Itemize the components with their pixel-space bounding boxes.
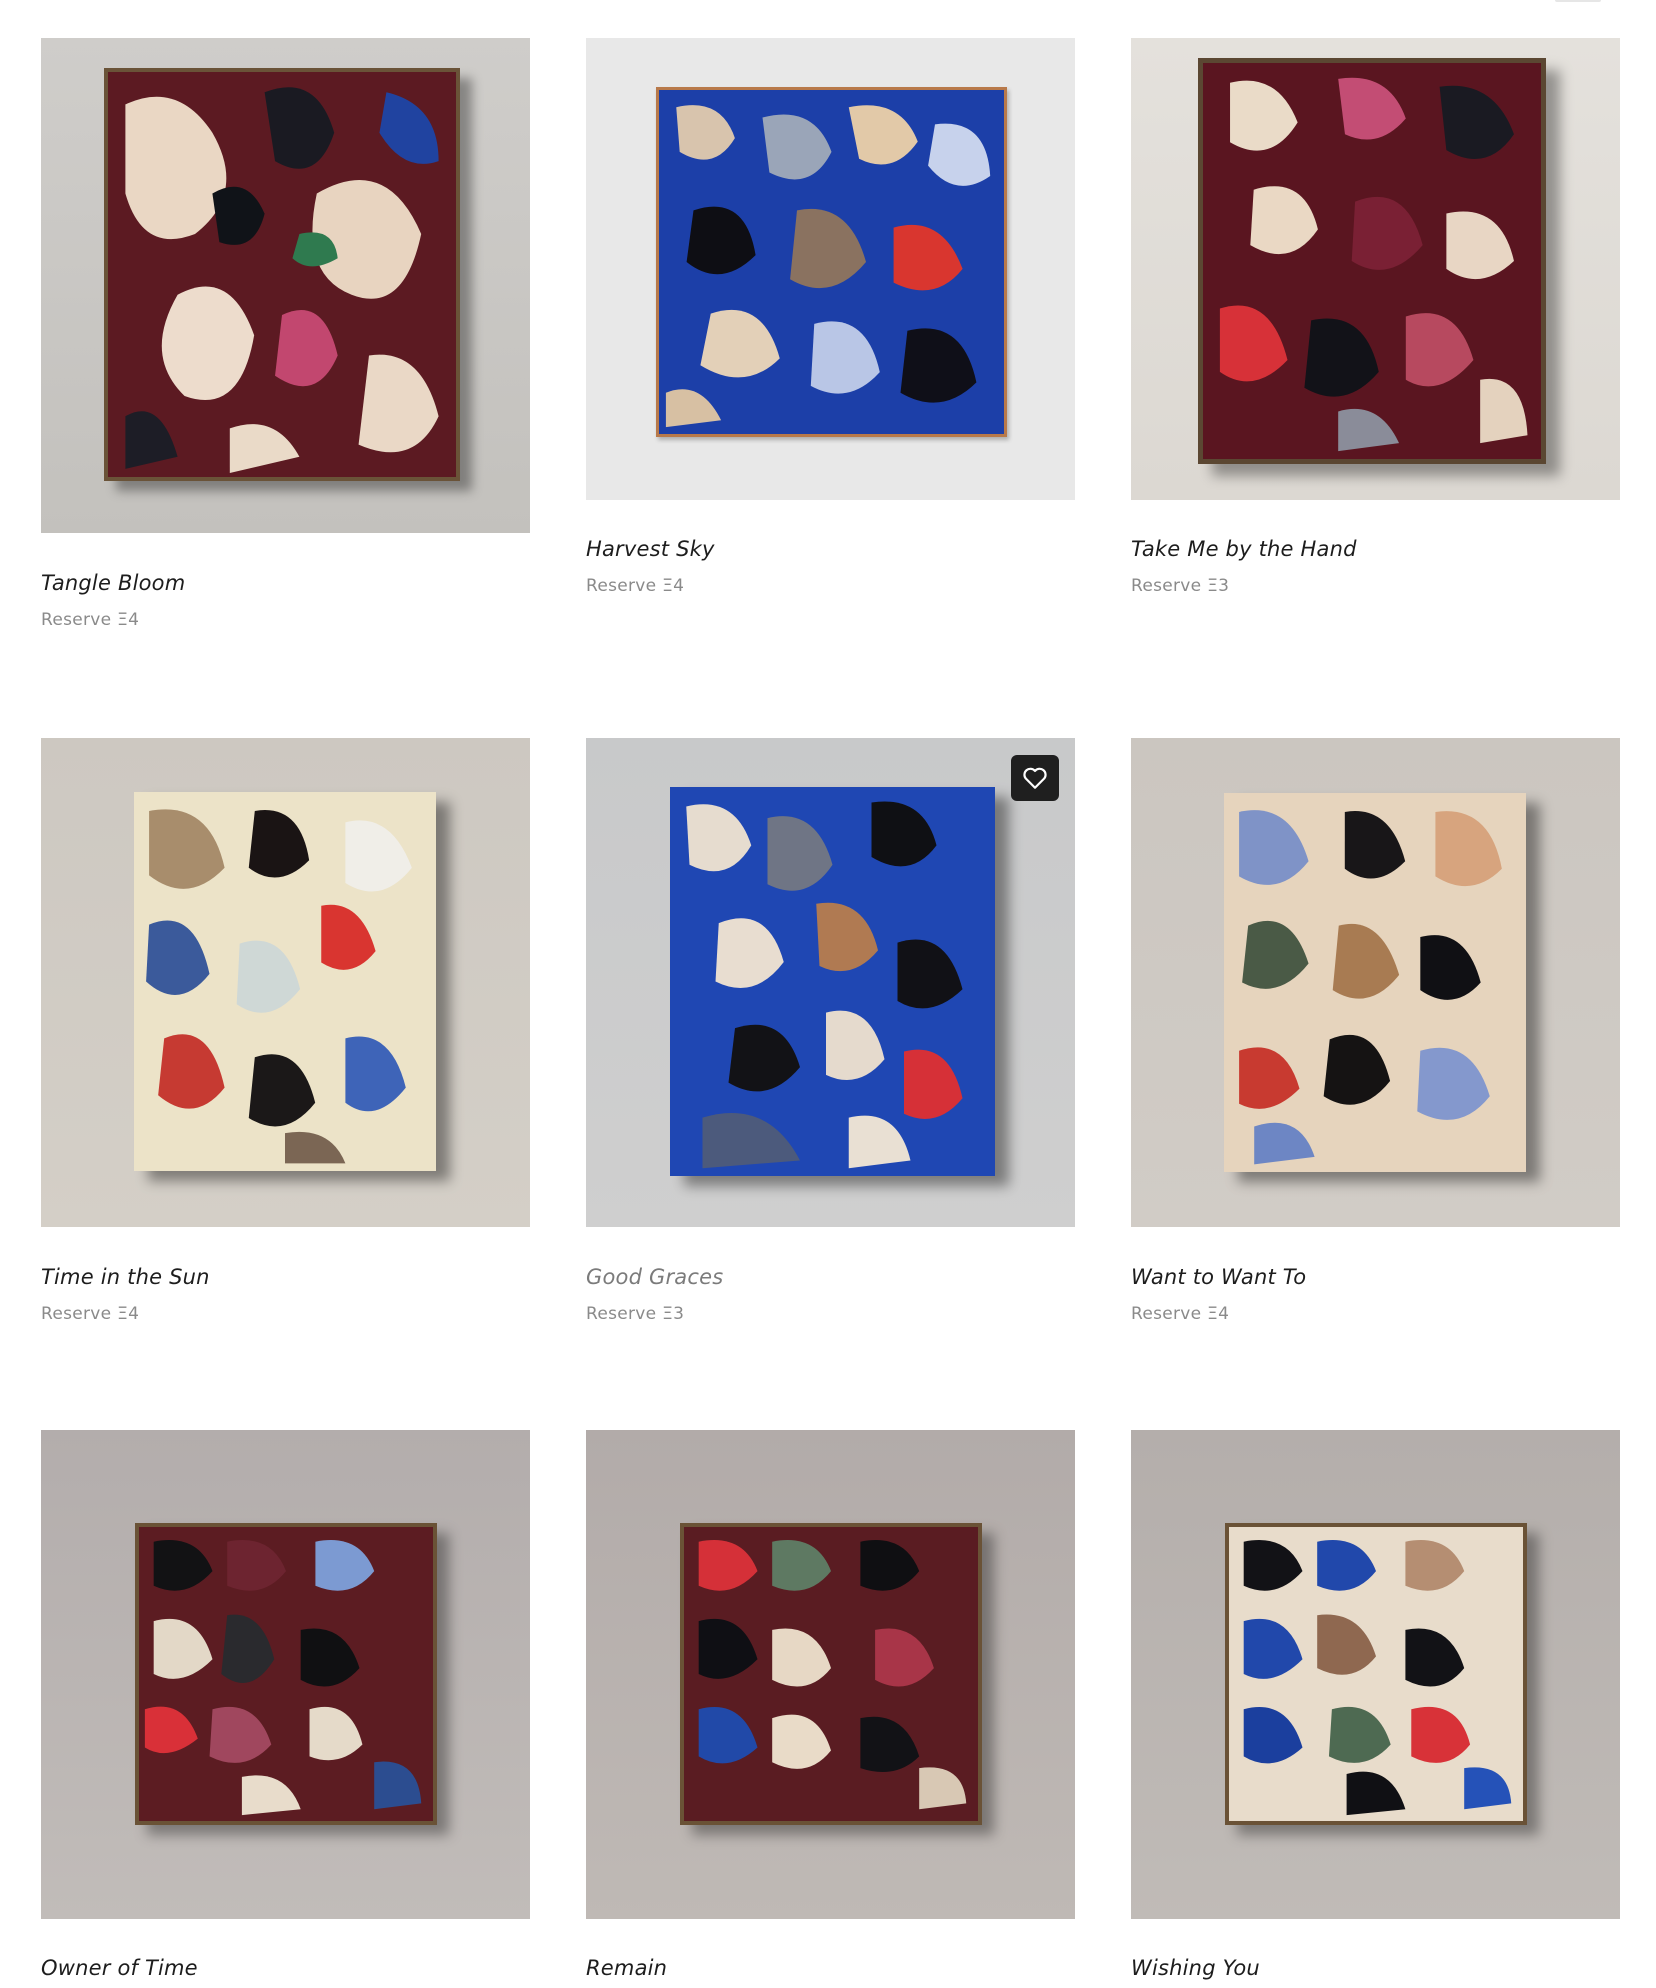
artwork-thumbnail[interactable] (41, 738, 530, 1227)
artwork-title[interactable]: Owner of Time (41, 1956, 530, 1980)
painting-image (1224, 793, 1526, 1172)
artwork-card-take-me-by-the-hand[interactable]: Take Me by the Hand Reserve Ξ3 (1131, 38, 1620, 738)
artwork-title[interactable]: Want to Want To (1131, 1265, 1620, 1289)
artwork-title[interactable]: Tangle Bloom (41, 571, 530, 595)
artwork-card-remain[interactable]: Remain (586, 1430, 1075, 1988)
artwork-grid: Tangle Bloom Reserve Ξ4 Harvest Sky Rese… (41, 38, 1620, 1988)
artwork-thumbnail[interactable] (1131, 738, 1620, 1227)
top-edge-control (1555, 0, 1601, 2)
artwork-title[interactable]: Remain (586, 1956, 1075, 1980)
reserve-price: Reserve Ξ3 (586, 1304, 685, 1324)
artwork-card-want-to-want-to[interactable]: Want to Want To Reserve Ξ4 (1131, 738, 1620, 1430)
artwork-card-harvest-sky[interactable]: Harvest Sky Reserve Ξ4 (586, 38, 1075, 738)
reserve-price: Reserve Ξ4 (586, 576, 685, 596)
painting-image (135, 1523, 437, 1825)
painting-image (656, 87, 1007, 437)
artwork-thumbnail[interactable] (1131, 38, 1620, 500)
painting-image (670, 787, 995, 1176)
artwork-card-owner-of-time[interactable]: Owner of Time (41, 1430, 530, 1988)
artwork-title[interactable]: Wishing You (1131, 1956, 1620, 1980)
artwork-thumbnail[interactable] (586, 1430, 1075, 1919)
heart-outline-icon (1023, 767, 1047, 789)
artwork-thumbnail[interactable] (586, 38, 1075, 500)
artwork-thumbnail[interactable] (586, 738, 1075, 1227)
reserve-price: Reserve Ξ4 (41, 610, 140, 630)
favorite-button[interactable] (1011, 755, 1059, 801)
painting-image (1198, 58, 1546, 464)
artwork-card-good-graces[interactable]: Good Graces Reserve Ξ3 (586, 738, 1075, 1430)
artwork-title[interactable]: Good Graces (586, 1265, 1075, 1289)
painting-image (134, 792, 436, 1171)
artwork-card-time-in-the-sun[interactable]: Time in the Sun Reserve Ξ4 (41, 738, 530, 1430)
reserve-price: Reserve Ξ4 (1131, 1304, 1230, 1324)
artwork-thumbnail[interactable] (41, 38, 530, 533)
painting-image (104, 68, 460, 481)
artwork-card-wishing-you[interactable]: Wishing You (1131, 1430, 1620, 1988)
artwork-title[interactable]: Harvest Sky (586, 537, 1075, 561)
artwork-title[interactable]: Time in the Sun (41, 1265, 530, 1289)
artwork-title[interactable]: Take Me by the Hand (1131, 537, 1620, 561)
artwork-card-tangle-bloom[interactable]: Tangle Bloom Reserve Ξ4 (41, 38, 530, 738)
painting-image (1225, 1523, 1527, 1825)
reserve-price: Reserve Ξ4 (41, 1304, 140, 1324)
reserve-price: Reserve Ξ3 (1131, 576, 1230, 596)
artwork-thumbnail[interactable] (41, 1430, 530, 1919)
artwork-thumbnail[interactable] (1131, 1430, 1620, 1919)
painting-image (680, 1523, 982, 1825)
